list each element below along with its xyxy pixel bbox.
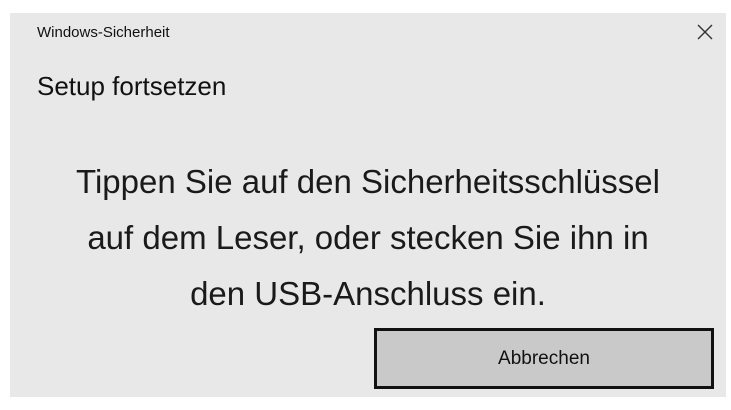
windows-security-dialog: Windows-Sicherheit Setup fortsetzen Tipp…: [10, 13, 726, 397]
dialog-heading: Setup fortsetzen: [37, 71, 227, 101]
close-icon: [697, 24, 713, 40]
title-bar: Windows-Sicherheit: [10, 13, 726, 53]
message-line-2: auf dem Leser, oder stecken Sie ihn in: [87, 219, 649, 256]
cancel-button[interactable]: Abbrechen: [374, 328, 714, 389]
instruction-message: Tippen Sie auf den Sicherheitsschlüssel …: [10, 154, 726, 322]
close-button[interactable]: [684, 13, 726, 51]
message-line-3: den USB-Anschluss ein.: [190, 275, 546, 312]
window-title: Windows-Sicherheit: [37, 24, 170, 41]
message-line-1: Tippen Sie auf den Sicherheitsschlüssel: [76, 163, 660, 200]
